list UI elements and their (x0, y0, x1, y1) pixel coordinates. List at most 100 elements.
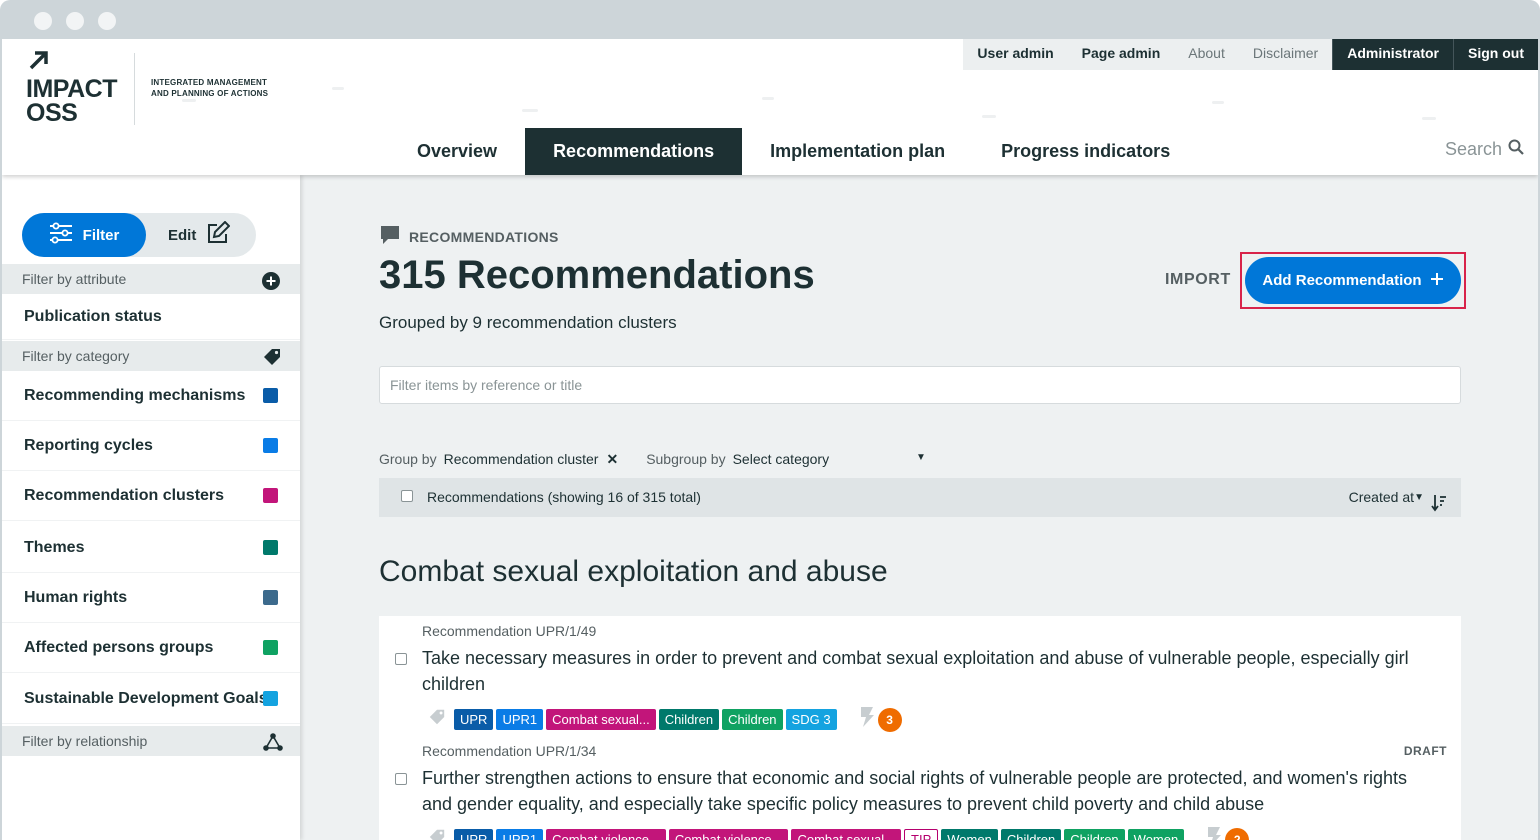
sidebar-item-sustainable-development-goals[interactable]: Sustainable Development Goals (2, 674, 300, 724)
category-color-swatch (263, 640, 278, 655)
sidebar-item-themes[interactable]: Themes (2, 523, 300, 573)
page-subtitle: Grouped by 9 recommendation clusters (379, 313, 677, 332)
chevron-down-icon[interactable]: ▼ (1414, 478, 1424, 517)
category-tag[interactable]: Children (722, 709, 783, 730)
add-recommendation-button[interactable]: Add Recommendation (1245, 257, 1461, 304)
sort-order-icon[interactable] (1431, 488, 1447, 527)
sidebar-item-label: Themes (24, 539, 85, 556)
search-input[interactable]: Filter items by reference or title (379, 366, 1461, 404)
tag-list: UPR UPR1 Combat sexual... Children Children S… (427, 706, 902, 733)
category-tag[interactable]: UPR1 (496, 829, 544, 840)
list-header: Recommendations (showing 16 of 315 total… (379, 478, 1461, 517)
window-maximize-dot[interactable] (98, 12, 116, 30)
topnav-page-admin[interactable]: Page admin (1067, 39, 1175, 70)
topnav-administrator[interactable]: Administrator (1332, 39, 1453, 70)
sidebar-item-reporting-cycles[interactable]: Reporting cycles (2, 421, 300, 471)
category-tag[interactable]: Women (1127, 829, 1185, 840)
topnav-disclaimer[interactable]: Disclaimer (1238, 39, 1333, 70)
brand-claim-line1: INTEGRATED MANAGEMENT (151, 78, 268, 87)
recommendation-reference: Recommendation UPR/1/49 (422, 623, 597, 639)
list-item[interactable]: Recommendation UPR/1/34 DRAFT Further st… (379, 736, 1461, 840)
add-recommendation-highlight: Add Recommendation (1240, 252, 1466, 309)
filter-tab[interactable]: Filter (22, 213, 146, 257)
browser-window: IMPACT OSS INTEGRATED MANAGEMENT AND PLA… (0, 0, 1540, 840)
connections-count-badge: 3 (877, 707, 902, 732)
edit-tab[interactable]: Edit (168, 213, 231, 257)
sidebar-item-affected-persons-groups[interactable]: Affected persons groups (2, 623, 300, 673)
category-tag[interactable]: Women (941, 829, 998, 840)
logo-text-impact: IMPACT (26, 75, 117, 103)
nav-recommendations[interactable]: Recommendations (525, 128, 743, 175)
sidebar-item-label: Publication status (24, 308, 162, 325)
window-close-dot[interactable] (34, 12, 52, 30)
recommendation-title[interactable]: Further strengthen actions to ensure tha… (422, 765, 1422, 817)
topnav-user-admin[interactable]: User admin (963, 39, 1068, 70)
connections-indicator[interactable]: 3 (858, 706, 902, 733)
plus-icon (1430, 272, 1444, 290)
sidebar-item-human-rights[interactable]: Human rights (2, 573, 300, 623)
connection-bolt-icon (1205, 826, 1223, 840)
app-screen: IMPACT OSS INTEGRATED MANAGEMENT AND PLA… (2, 39, 1538, 840)
impact-oss-logo[interactable]: IMPACT OSS (24, 49, 134, 127)
list-header-label: Recommendations (showing 16 of 315 total… (427, 489, 701, 505)
category-color-swatch (263, 590, 278, 605)
category-tag[interactable]: Children (1064, 829, 1125, 840)
category-tag[interactable]: Combat sexual... (791, 829, 902, 840)
logo-text-oss: OSS (26, 99, 78, 127)
sidebar-item-label: Human rights (24, 589, 128, 606)
connections-indicator[interactable]: 2 (1205, 826, 1250, 840)
category-color-swatch (263, 388, 278, 403)
item-checkbox[interactable] (395, 773, 407, 785)
recommendation-title[interactable]: Take necessary measures in order to prev… (422, 645, 1422, 697)
category-tag[interactable]: UPR (454, 709, 494, 730)
clear-group-icon[interactable]: ✕ (606, 451, 618, 468)
category-tag[interactable]: SDG 3 (785, 709, 837, 730)
import-button[interactable]: IMPORT (1165, 271, 1231, 289)
topnav-about[interactable]: About (1174, 39, 1239, 70)
nav-progress-indicators[interactable]: Progress indicators (973, 128, 1198, 175)
category-tag[interactable]: Combat violence... (546, 829, 666, 840)
group-by-label: Group by (379, 451, 437, 467)
sidebar-item-label: Reporting cycles (24, 437, 153, 454)
subgroup-by-select[interactable]: Select category (733, 451, 830, 467)
item-checkbox[interactable] (395, 653, 407, 665)
plus-circle-icon[interactable] (262, 270, 280, 290)
header-pattern (332, 87, 344, 90)
nav-implementation-plan[interactable]: Implementation plan (742, 128, 973, 175)
category-tag[interactable]: Combat sexual... (546, 709, 656, 730)
select-all-checkbox[interactable] (401, 490, 413, 502)
category-tag[interactable]: UPR (454, 829, 494, 840)
header-pattern (762, 97, 774, 100)
filter-by-relationship-label: Filter by relationship (22, 733, 148, 749)
breadcrumb-label: RECOMMENDATIONS (409, 228, 559, 245)
brand-claim-line2: AND PLANNING OF ACTIONS (151, 89, 269, 98)
filter-by-attribute-header: Filter by attribute (2, 264, 300, 294)
category-tag[interactable]: UPR1 (496, 709, 544, 730)
category-tag[interactable]: Combat violence... (668, 829, 789, 840)
search-button[interactable]: Search (1445, 139, 1524, 160)
brand-divider (134, 53, 135, 125)
sidebar-item-label: Sustainable Development Goals (24, 690, 268, 707)
page-title: 315 Recommendations (379, 253, 815, 297)
sidebar: Filter Edit Filter by attribute Publicat… (2, 175, 300, 840)
search-label: Search (1444, 139, 1502, 159)
group-by-select[interactable]: Recommendation cluster (444, 451, 599, 467)
sidebar-item-publication-status[interactable]: Publication status (2, 294, 300, 340)
brand[interactable]: IMPACT OSS INTEGRATED MANAGEMENT AND PLA… (24, 49, 291, 127)
header-pattern (1422, 117, 1436, 120)
filter-by-attribute-label: Filter by attribute (22, 271, 127, 287)
sort-select[interactable]: Created at (1349, 478, 1414, 517)
category-tag[interactable]: TIP (904, 829, 939, 840)
sidebar-item-recommending-mechanisms[interactable]: Recommending mechanisms (2, 371, 300, 421)
window-minimize-dot[interactable] (66, 12, 84, 30)
filter-by-relationship-header: Filter by relationship (2, 726, 300, 756)
category-tag[interactable]: Children (1000, 829, 1062, 840)
category-tag[interactable]: Children (658, 709, 720, 730)
chevron-down-icon[interactable]: ▼ (916, 452, 926, 463)
nav-overview[interactable]: Overview (389, 128, 525, 175)
recommendation-reference: Recommendation UPR/1/34 (422, 743, 597, 759)
topnav-sign-out[interactable]: Sign out (1453, 39, 1538, 70)
list-item[interactable]: Recommendation UPR/1/49 Take necessary m… (379, 616, 1461, 736)
sidebar-item-recommendation-clusters[interactable]: Recommendation clusters (2, 471, 300, 521)
filter-by-category-label: Filter by category (22, 348, 130, 364)
